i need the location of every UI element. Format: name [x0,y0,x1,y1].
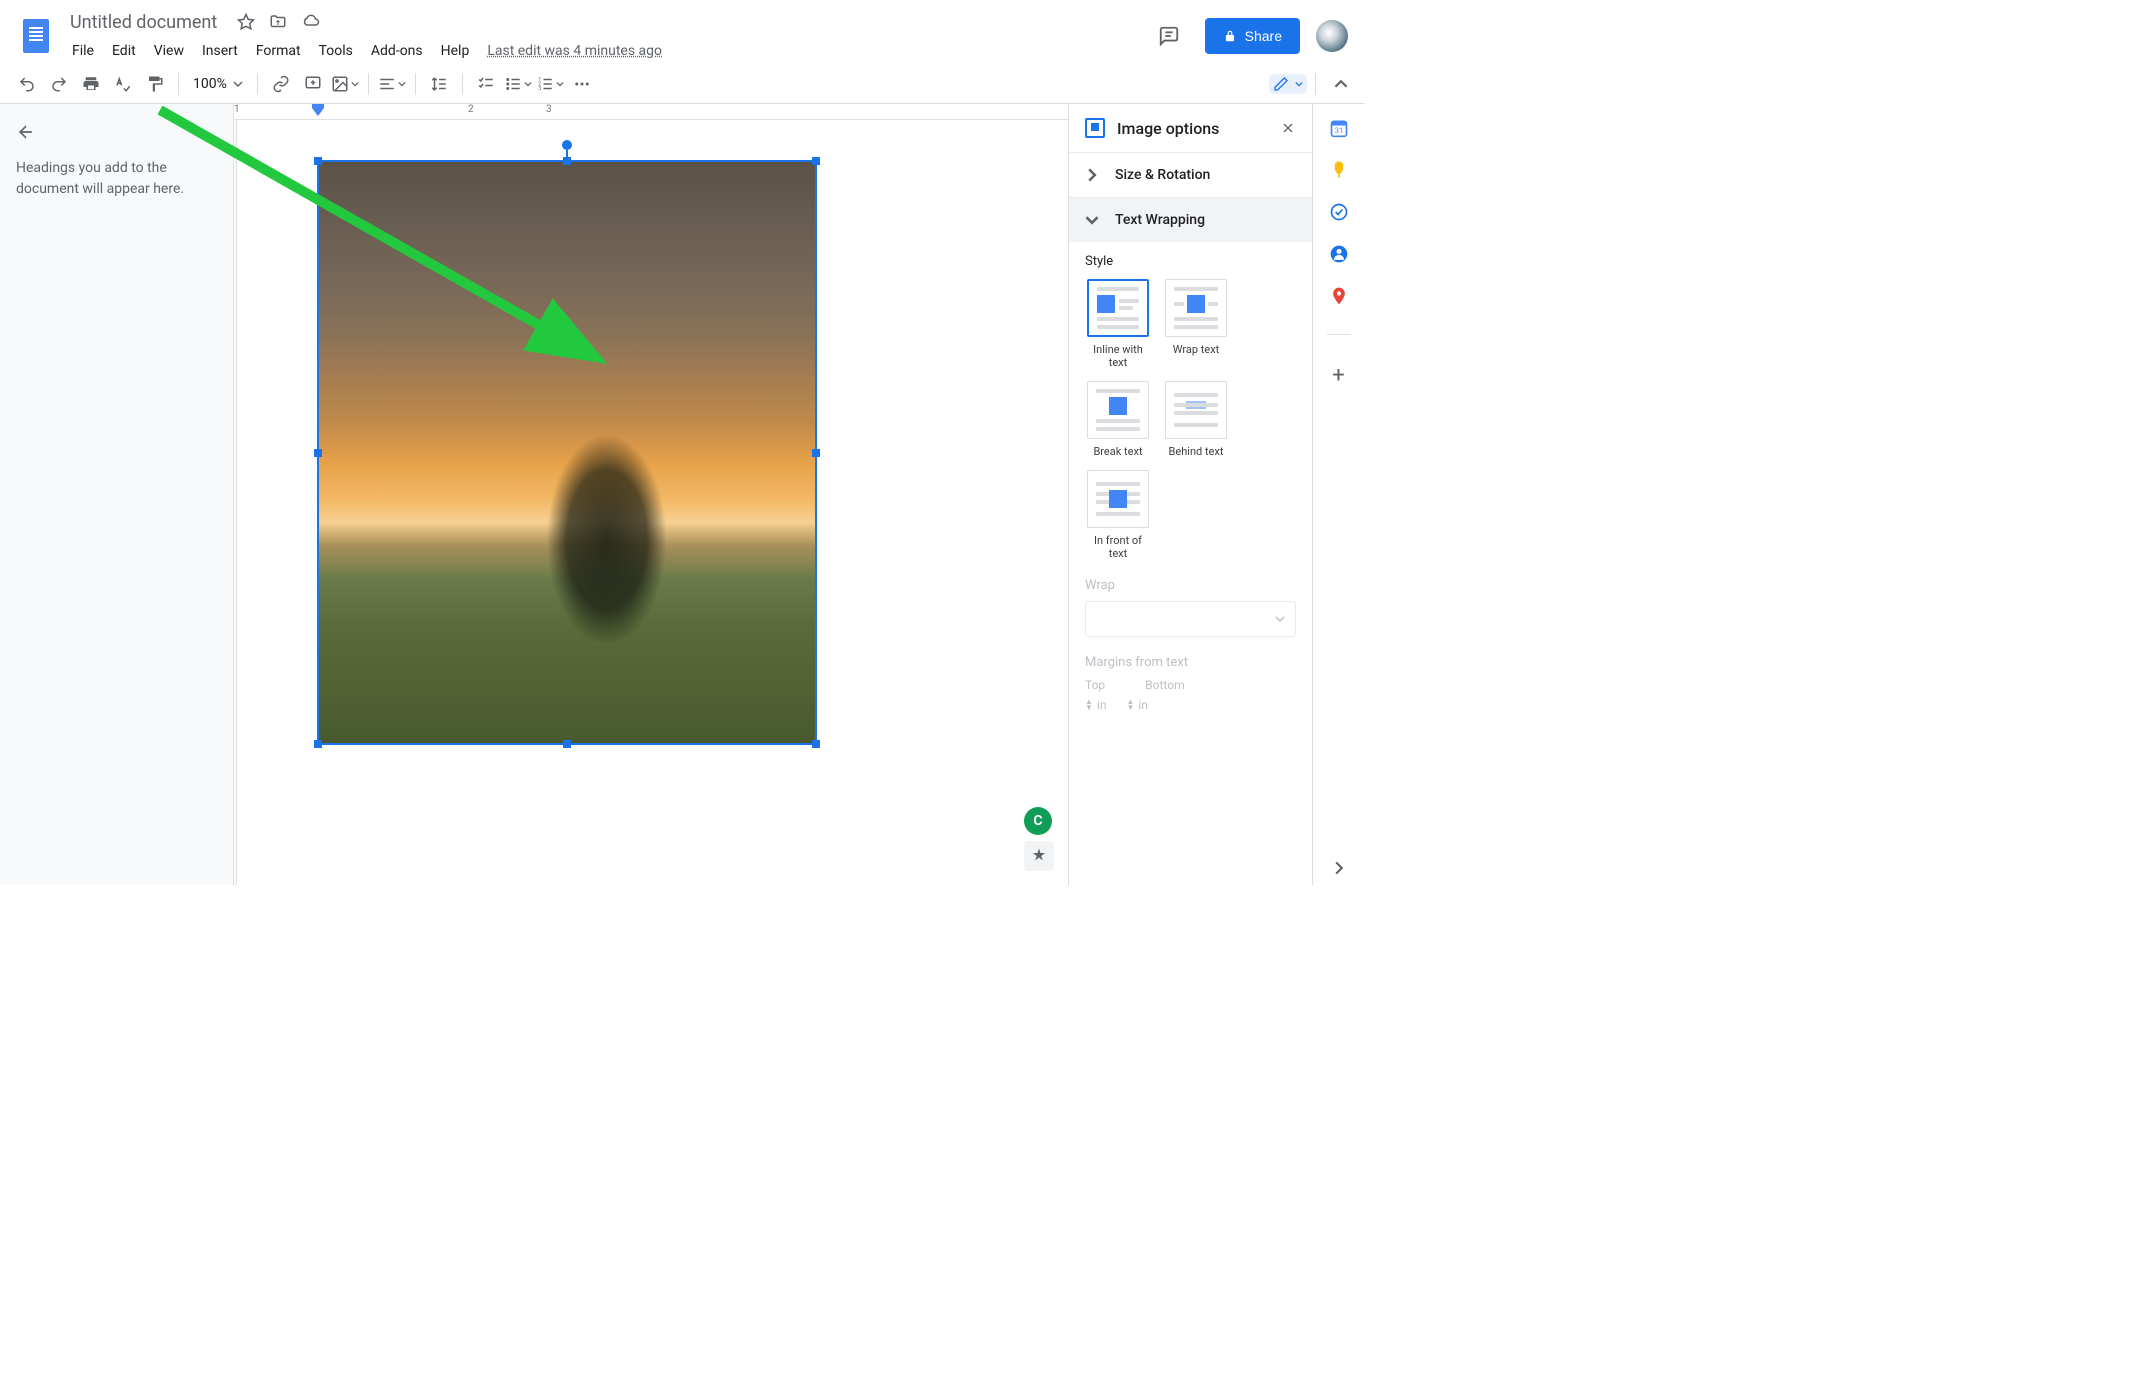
spellcheck-button[interactable] [108,69,138,99]
comments-icon[interactable] [1149,16,1189,56]
resize-handle-w[interactable] [314,449,322,457]
add-addon-button[interactable]: + [1332,363,1344,388]
menu-file[interactable]: File [64,39,102,63]
svg-text:3: 3 [538,86,541,92]
resize-handle-n[interactable] [563,157,571,165]
chevron-right-icon [1085,168,1099,182]
zoom-dropdown[interactable]: 100% [187,76,249,92]
wrap-select [1085,601,1296,637]
section-label: Text Wrapping [1115,212,1205,228]
account-avatar[interactable] [1316,20,1348,52]
outline-back-button[interactable] [16,122,217,142]
print-button[interactable] [76,69,106,99]
menu-edit[interactable]: Edit [104,39,144,63]
share-button[interactable]: Share [1205,18,1300,54]
image-options-panel: Image options Size & Rotation Text Wrapp… [1068,104,1312,885]
pencil-icon [1273,76,1289,92]
tasks-icon[interactable] [1329,202,1349,222]
collapse-toolbar-button[interactable] [1330,73,1352,95]
lock-icon [1223,29,1237,43]
more-button[interactable] [567,69,597,99]
close-panel-button[interactable] [1280,120,1296,136]
undo-button[interactable] [12,69,42,99]
outline-panel: Headings you add to the document will ap… [0,104,234,885]
document-title[interactable]: Untitled document [64,10,223,35]
ruler-mark: 1 [234,104,240,115]
indent-marker[interactable] [312,104,324,120]
svg-text:31: 31 [1334,126,1342,135]
resize-handle-ne[interactable] [812,157,820,165]
cloud-status-icon[interactable] [301,13,321,31]
line-spacing-button[interactable] [424,69,454,99]
star-icon[interactable] [237,13,255,31]
menu-view[interactable]: View [146,39,192,63]
resize-handle-se[interactable] [812,740,820,748]
checklist-button[interactable] [471,69,501,99]
toolbar: 100% 123 [0,64,1364,104]
ruler-mark: 2 [468,104,474,115]
wrap-style-inline[interactable]: Inline with text [1085,279,1151,369]
wrap-style-front[interactable]: In front of text [1085,470,1151,560]
menu-insert[interactable]: Insert [194,39,246,63]
menu-help[interactable]: Help [433,39,478,63]
presence-badge[interactable]: C [1024,807,1052,835]
chevron-down-icon [1295,80,1303,88]
insert-image-button[interactable] [330,69,360,99]
move-icon[interactable] [269,13,287,31]
resize-handle-s[interactable] [563,740,571,748]
chevron-down-icon [1275,614,1285,624]
image-icon [1085,118,1105,138]
explore-button[interactable] [1024,841,1054,871]
resize-handle-sw[interactable] [314,740,322,748]
resize-handle-e[interactable] [812,449,820,457]
margins-heading: Margins from text [1085,655,1296,670]
editing-mode-dropdown[interactable] [1269,74,1307,94]
outline-placeholder: Headings you add to the document will ap… [16,158,217,200]
section-text-wrapping[interactable]: Text Wrapping [1069,198,1312,242]
wrap-style-wrap[interactable]: Wrap text [1163,279,1229,369]
style-heading: Style [1085,254,1296,269]
share-label: Share [1245,28,1282,44]
bulleted-list-button[interactable] [503,69,533,99]
docs-logo[interactable] [16,16,56,56]
section-label: Size & Rotation [1115,167,1210,183]
calendar-icon[interactable]: 31 [1329,118,1349,138]
last-edit-link[interactable]: Last edit was 4 minutes ago [487,43,662,59]
menu-addons[interactable]: Add-ons [363,39,431,63]
menu-format[interactable]: Format [248,39,309,63]
contacts-icon[interactable] [1329,244,1349,264]
align-button[interactable] [377,69,407,99]
margin-top-input: ▲▼in [1085,698,1106,712]
chevron-down-icon [1085,213,1099,227]
margin-bottom-input: ▲▼in [1126,698,1147,712]
wrap-style-behind[interactable]: Behind text [1163,381,1229,458]
collapse-rail-button[interactable] [1332,861,1346,875]
margin-bottom-label: Bottom [1145,678,1184,692]
rotate-handle[interactable] [562,140,572,150]
wrap-heading: Wrap [1085,578,1296,593]
paint-format-button[interactable] [140,69,170,99]
ruler-mark: 3 [546,104,552,115]
insert-link-button[interactable] [266,69,296,99]
chevron-down-icon [233,79,243,89]
margin-top-label: Top [1085,678,1105,692]
panel-title: Image options [1117,119,1268,138]
redo-button[interactable] [44,69,74,99]
add-comment-button[interactable] [298,69,328,99]
menu-tools[interactable]: Tools [311,39,361,63]
numbered-list-button[interactable]: 123 [535,69,565,99]
horizontal-ruler[interactable]: 1 2 3 [234,104,1068,120]
side-rail: 31 + [1312,104,1364,885]
section-size-rotation[interactable]: Size & Rotation [1069,153,1312,197]
selected-image[interactable] [317,160,817,745]
maps-icon[interactable] [1329,286,1349,306]
document-canvas[interactable]: 1 2 3 C [234,104,1068,885]
keep-icon[interactable] [1329,160,1349,180]
wrap-style-break[interactable]: Break text [1085,381,1151,458]
resize-handle-nw[interactable] [314,157,322,165]
